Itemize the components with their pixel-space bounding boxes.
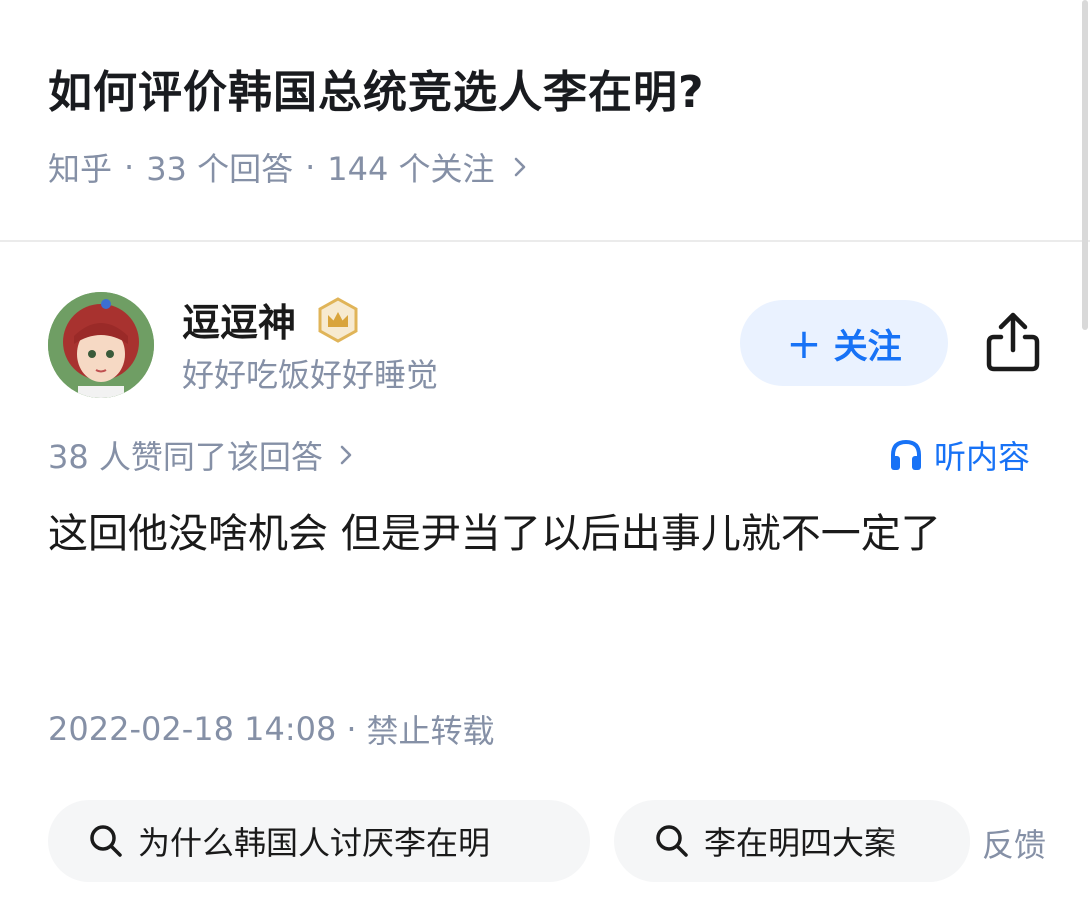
share-icon[interactable] (984, 310, 1042, 374)
feedback-button[interactable]: 反馈 (982, 820, 1046, 866)
follow-button[interactable]: + 关注 (740, 300, 948, 386)
author-avatar[interactable] (48, 292, 154, 398)
related-search-label: 为什么韩国人讨厌李在明 (138, 824, 491, 862)
chevron-right-icon (513, 155, 527, 179)
search-icon (90, 825, 122, 857)
crown-badge-icon (314, 296, 362, 344)
author-bio: 好好吃饭好好睡觉 (182, 356, 439, 394)
chevron-right-icon (339, 443, 353, 467)
headphones-icon (891, 439, 921, 470)
likes-label: 38 人赞同了该回答 (48, 438, 323, 476)
related-search-chip[interactable]: 李在明四大案 (614, 800, 970, 882)
author-name[interactable]: 逗逗神 (182, 292, 296, 347)
related-search-chip[interactable]: 为什么韩国人讨厌李在明 (48, 800, 590, 882)
scrollbar[interactable] (1082, 0, 1088, 330)
listen-button[interactable]: 听内容 (888, 432, 1030, 478)
follow-label: 关注 (833, 326, 902, 367)
plus-icon: + (786, 318, 822, 368)
likes-summary[interactable]: 38 人赞同了该回答 (48, 432, 353, 478)
answer-content[interactable]: 这回他没啥机会 但是尹当了以后出事儿就不一定了 (48, 502, 1058, 566)
separator-dot: · (124, 148, 135, 186)
question-meta[interactable]: 知乎 · 33 个回答 · 144 个关注 (48, 144, 527, 190)
author-name-row: 逗逗神 (182, 292, 362, 347)
answers-count: 33 个回答 (146, 150, 294, 188)
separator-dot: · (305, 148, 316, 186)
search-icon (656, 825, 688, 857)
source-label: 知乎 (48, 150, 113, 188)
section-divider (0, 240, 1090, 242)
chip-fade-overlay (880, 800, 970, 882)
copyright-notice: 禁止转载 (366, 712, 495, 750)
question-title[interactable]: 如何评价韩国总统竞选人李在明? (48, 56, 705, 120)
answer-meta: 2022-02-18 14:08 · 禁止转载 (48, 706, 495, 752)
related-search-label: 李在明四大案 (704, 824, 897, 862)
followers-count: 144 个关注 (327, 150, 495, 188)
answer-date: 2022-02-18 14:08 (48, 710, 337, 748)
separator-dot: · (346, 710, 357, 748)
listen-label: 听内容 (934, 438, 1031, 476)
